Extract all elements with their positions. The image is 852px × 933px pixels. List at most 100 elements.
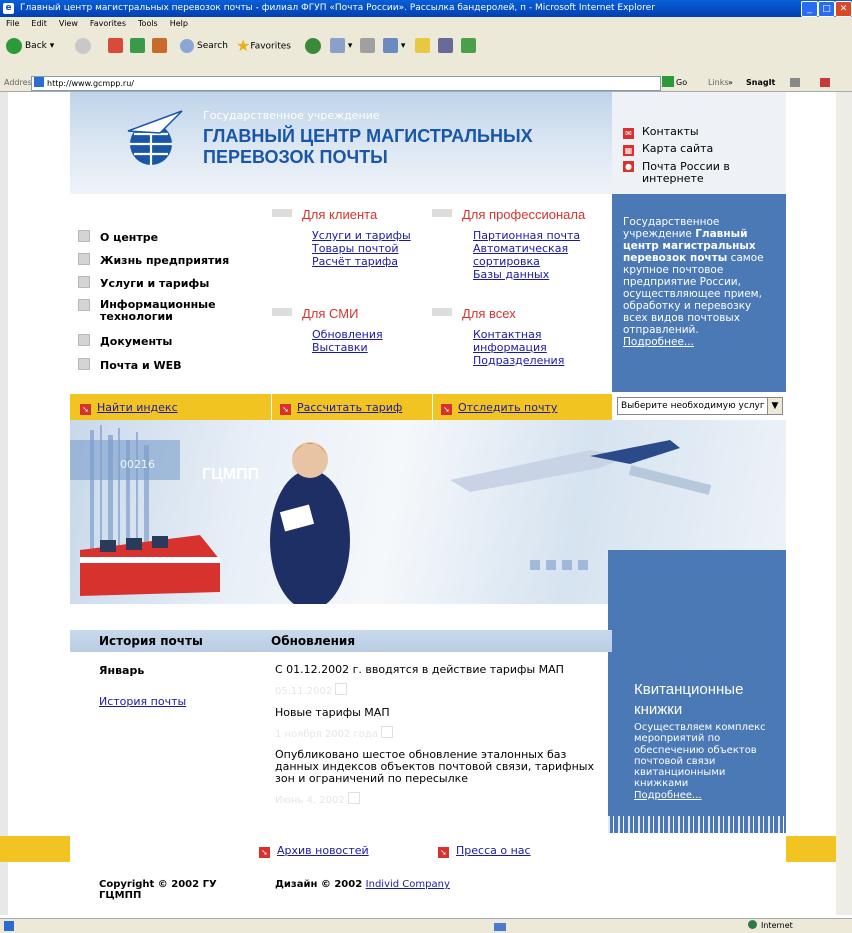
- close-button[interactable]: ✕: [835, 1, 852, 17]
- arrow-icon: ➘: [259, 847, 270, 858]
- page-left-edge: [0, 92, 8, 915]
- section-client-title: Для клиента: [272, 207, 377, 222]
- design-credit: Дизайн © 2002 Individ Company: [275, 879, 450, 890]
- bullet-icon: [78, 276, 90, 288]
- news-archive-link[interactable]: ➘ Архив новостей: [259, 844, 369, 858]
- contacts-link[interactable]: ✉ Контакты: [623, 126, 699, 139]
- favorites-button[interactable]: ★Favorites: [236, 35, 291, 57]
- search-icon: [180, 38, 194, 53]
- link-pro-sorting[interactable]: Автоматическая сортировка: [473, 242, 583, 268]
- forward-button[interactable]: [75, 35, 94, 57]
- menu-edit[interactable]: Edit: [31, 19, 47, 28]
- sitemap-link[interactable]: ▦ Карта сайта: [623, 143, 713, 156]
- research-button[interactable]: [438, 35, 453, 57]
- arrow-icon: ➘: [441, 404, 452, 415]
- menu-it[interactable]: Информационные технологии: [78, 299, 238, 323]
- maximize-button[interactable]: □: [818, 1, 835, 17]
- address-input[interactable]: http://www.gcmpp.ru/: [31, 76, 661, 91]
- history-heading: История почты: [99, 634, 203, 648]
- bullet-icon: [78, 358, 90, 370]
- find-index-link[interactable]: ➘ Найти индекс: [80, 401, 178, 415]
- history-link[interactable]: История почты: [99, 695, 186, 708]
- address-bar: Address http://www.gcmpp.ru/ Go Links » …: [0, 75, 852, 92]
- link-media-updates[interactable]: Обновления: [312, 328, 383, 342]
- messenger-button[interactable]: [461, 35, 476, 57]
- snagit-capture-icon[interactable]: [790, 78, 800, 87]
- russian-post-link[interactable]: ● Почта России в интернете: [623, 161, 753, 185]
- copyright: Copyright © 2002 ГУ ГЦМПП: [99, 879, 217, 901]
- calc-tariff-link[interactable]: ➘ Рассчитать тариф: [280, 401, 402, 415]
- calendar-icon: [335, 683, 348, 695]
- section-marker-icon: [432, 209, 452, 217]
- minimize-button[interactable]: _: [801, 1, 818, 17]
- menubar: File Edit View Favorites Tools Help: [0, 17, 852, 31]
- stop-button[interactable]: [108, 35, 123, 57]
- home-button[interactable]: [152, 35, 167, 57]
- menu-life[interactable]: Жизнь предприятия: [78, 253, 229, 267]
- progress-icon: [494, 923, 506, 931]
- messenger-icon: [461, 38, 476, 53]
- go-button[interactable]: Go: [662, 75, 687, 91]
- banner-brand: ГЦМПП: [202, 466, 260, 483]
- link-media-exhibitions[interactable]: Выставки: [312, 341, 368, 355]
- history-button[interactable]: [305, 35, 324, 57]
- link-client-goods[interactable]: Товары почтой: [312, 242, 399, 256]
- link-all-divisions[interactable]: Подразделения: [473, 354, 564, 368]
- acrobat-icon[interactable]: [820, 78, 830, 87]
- logo-globe-icon: [127, 110, 183, 165]
- edit-icon: [383, 38, 398, 53]
- history-icon: [305, 37, 321, 54]
- menu-documents[interactable]: Документы: [78, 334, 172, 348]
- arrow-icon: ➘: [80, 404, 91, 415]
- link-all-contact[interactable]: Контактная информация: [473, 328, 563, 354]
- folder-button[interactable]: [415, 35, 430, 57]
- receipt-books-more-link[interactable]: Подробнее...: [634, 790, 702, 801]
- mail-button[interactable]: ▾: [330, 35, 352, 57]
- receipt-books-title: Квитанционные книжки: [634, 681, 744, 718]
- refresh-button[interactable]: [130, 35, 145, 57]
- calendar-icon: [347, 792, 360, 804]
- menu-favorites[interactable]: Favorites: [90, 19, 126, 28]
- news-item-1[interactable]: С 01.12.2002 г. вводятся в действие тари…: [275, 664, 605, 676]
- vertical-scrollbar[interactable]: [836, 92, 852, 915]
- news-item-3[interactable]: Опубликовано шестое обновление эталонных…: [275, 749, 605, 785]
- section-marker-icon: [272, 308, 292, 316]
- service-select[interactable]: Выберите необходимую услуг ▼: [617, 397, 783, 415]
- chevron-down-icon[interactable]: ▼: [767, 398, 782, 414]
- snagit-button[interactable]: SnagIt: [746, 75, 775, 91]
- history-month: Январь: [99, 664, 145, 677]
- forward-arrow-icon: [75, 37, 91, 54]
- link-pro-batch[interactable]: Партионная почта: [473, 229, 580, 243]
- menu-view[interactable]: View: [59, 19, 78, 28]
- menu-help[interactable]: Help: [170, 19, 188, 28]
- header-title: ГЛАВНЫЙ ЦЕНТР МАГИСТРАЛЬНЫХ ПЕРЕВОЗОК ПО…: [203, 126, 533, 167]
- menu-tools[interactable]: Tools: [138, 19, 158, 28]
- section-all-title: Для всех: [432, 306, 516, 321]
- design-company-link[interactable]: Individ Company: [366, 879, 450, 890]
- receipt-books-text: Осуществляем комплекс мероприятий по обе…: [634, 722, 766, 801]
- menu-post-web[interactable]: Почта и WEB: [78, 358, 182, 372]
- footer-bar-left: [0, 836, 70, 862]
- bullet-icon: [78, 334, 90, 346]
- press-link[interactable]: ➘ Пресса о нас: [438, 844, 531, 858]
- divider: [432, 394, 433, 420]
- print-button[interactable]: [360, 35, 375, 57]
- status-bar: Internet: [0, 918, 852, 933]
- menu-file[interactable]: File: [6, 19, 19, 28]
- menu-services[interactable]: Услуги и тарифы: [78, 276, 209, 290]
- links-button[interactable]: Links: [708, 75, 729, 91]
- zone-indicator: Internet: [748, 919, 793, 933]
- about-more-link[interactable]: Подробнее...: [623, 336, 694, 348]
- folder-icon: [415, 38, 430, 53]
- ie-icon: e: [3, 3, 14, 14]
- link-client-services[interactable]: Услуги и тарифы: [312, 229, 411, 243]
- news-item-2[interactable]: Новые тарифы МАП: [275, 707, 605, 719]
- about-text: Государственное учреждение Главный центр…: [623, 216, 764, 348]
- edit-button[interactable]: ▾: [383, 35, 405, 57]
- track-mail-link[interactable]: ➘ Отследить почту: [441, 401, 557, 415]
- link-pro-databases[interactable]: Базы данных: [473, 268, 549, 282]
- menu-about[interactable]: О центре: [78, 230, 158, 244]
- back-button[interactable]: Back ▾: [6, 35, 54, 57]
- search-button[interactable]: Search: [180, 35, 228, 57]
- link-client-tariff[interactable]: Расчёт тарифа: [312, 255, 398, 269]
